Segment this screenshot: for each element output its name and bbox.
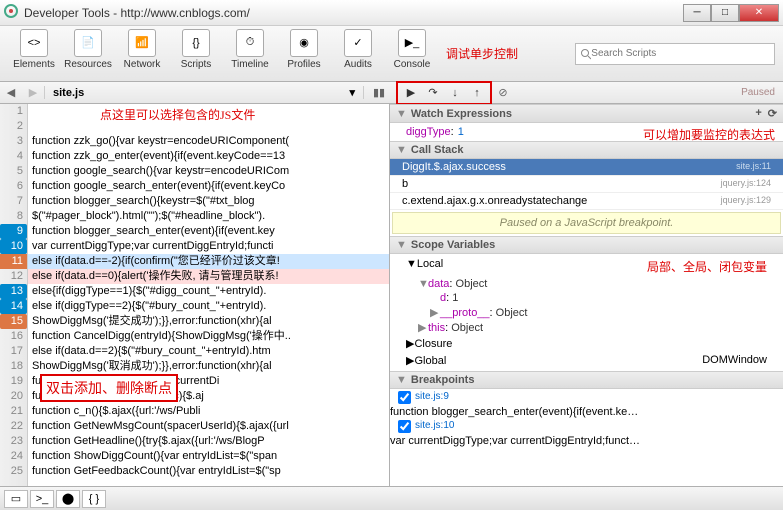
titlebar: Developer Tools - http://www.cnblogs.com… <box>0 0 783 26</box>
tab-scripts[interactable]: {}Scripts <box>170 29 222 79</box>
source-code[interactable]: function zzk_go(){var keystr=encodeURICo… <box>28 104 389 486</box>
scope-variable[interactable]: ▶__proto__: Object <box>394 305 779 320</box>
file-name: site.js <box>53 87 84 99</box>
debug-controls: ▶ ↷ ↓ ↑ <box>396 81 492 105</box>
close-button[interactable]: ✕ <box>739 4 779 22</box>
triangle-icon: ▼ <box>396 374 407 386</box>
tab-timeline[interactable]: ⏱Timeline <box>224 29 276 79</box>
pause-exceptions-button[interactable]: ⬤ <box>56 490 80 508</box>
add-watch-button[interactable]: + <box>755 107 761 120</box>
tab-audits[interactable]: ✓Audits <box>332 29 384 79</box>
scope-variable[interactable]: ▶this: Object <box>394 320 779 335</box>
triangle-icon: ▼ <box>396 239 407 251</box>
step-into-button[interactable]: ↓ <box>444 85 466 101</box>
triangle-icon: ▼ <box>396 108 407 120</box>
scope-variable[interactable]: ▼data: Object <box>394 277 779 291</box>
scope-header[interactable]: ▼ Scope Variables <box>390 236 783 254</box>
stack-frame[interactable]: DiggIt.$.ajax.successsite.js:11 <box>390 159 783 176</box>
callstack-header[interactable]: ▼ Call Stack <box>390 141 783 159</box>
step-over-button[interactable]: ↷ <box>422 85 444 101</box>
bp-checkbox[interactable] <box>398 391 411 404</box>
minimize-button[interactable]: ─ <box>683 4 711 22</box>
file-selector[interactable]: site.js ▾ <box>44 86 364 99</box>
search-icon <box>580 48 591 60</box>
tab-resources[interactable]: 📄Resources <box>62 29 114 79</box>
breakpoint-item[interactable]: site.js:10 <box>390 418 783 435</box>
app-icon <box>4 4 18 21</box>
nav-forward[interactable]: ▶ <box>22 84 44 102</box>
search-box[interactable] <box>575 43 775 65</box>
script-navbar: ◀ ▶ site.js ▾ ▮▮ ▶ ↷ ↓ ↑ ⊘ Paused <box>0 82 783 104</box>
deactivate-bp-button[interactable]: ⊘ <box>492 84 514 102</box>
chevron-down-icon: ▾ <box>349 86 355 99</box>
maximize-button[interactable]: □ <box>711 4 739 22</box>
triangle-icon: ▼ <box>396 144 407 156</box>
pretty-print-button[interactable]: { } <box>82 490 106 508</box>
bp-checkbox[interactable] <box>398 420 411 433</box>
source-panel: 1234567891011121314151617181920212223242… <box>0 104 390 486</box>
breakpoints-header[interactable]: ▼ Breakpoints <box>390 371 783 389</box>
search-input[interactable] <box>591 48 770 59</box>
tab-network[interactable]: 📶Network <box>116 29 168 79</box>
pause-button[interactable]: ▮▮ <box>368 84 390 102</box>
anno-debug-step: 调试单步控制 <box>446 45 518 62</box>
breakpoint-item[interactable]: site.js:9 <box>390 389 783 406</box>
scope-variable[interactable]: d: 1 <box>394 291 779 305</box>
anno-scope: 局部、全局、闭包变量 <box>647 258 767 275</box>
nav-back[interactable]: ◀ <box>0 84 22 102</box>
anno-dblclick-bp: 双击添加、删除断点 <box>40 374 178 402</box>
step-out-button[interactable]: ↑ <box>466 85 488 101</box>
show-console-button[interactable]: ▭ <box>4 490 28 508</box>
debug-status: Paused <box>733 87 783 98</box>
watch-item[interactable]: diggType: 1 <box>394 125 779 139</box>
pause-message: Paused on a JavaScript breakpoint. <box>392 212 781 234</box>
line-gutter[interactable]: 1234567891011121314151617181920212223242… <box>0 104 28 486</box>
console-prompt-button[interactable]: >_ <box>30 490 54 508</box>
window-title: Developer Tools - http://www.cnblogs.com… <box>24 6 683 20</box>
tab-profiles[interactable]: ◉Profiles <box>278 29 330 79</box>
resume-button[interactable]: ▶ <box>400 85 422 101</box>
tab-console[interactable]: ▶_Console <box>386 29 438 79</box>
stack-frame[interactable]: bjquery.js:124 <box>390 176 783 193</box>
watch-header[interactable]: ▼ Watch Expressions +⟳ <box>390 104 783 123</box>
footer-bar: ▭ >_ ⬤ { } <box>0 486 783 510</box>
main-toolbar: <>Elements📄Resources📶Network{}Scripts⏱Ti… <box>0 26 783 82</box>
debug-sidebar: ▼ Watch Expressions +⟳ diggType: 1 可以增加要… <box>390 104 783 486</box>
tab-elements[interactable]: <>Elements <box>8 29 60 79</box>
refresh-watch-button[interactable]: ⟳ <box>768 107 777 120</box>
stack-frame[interactable]: c.extend.ajax.g.x.onreadystatechangejque… <box>390 193 783 210</box>
